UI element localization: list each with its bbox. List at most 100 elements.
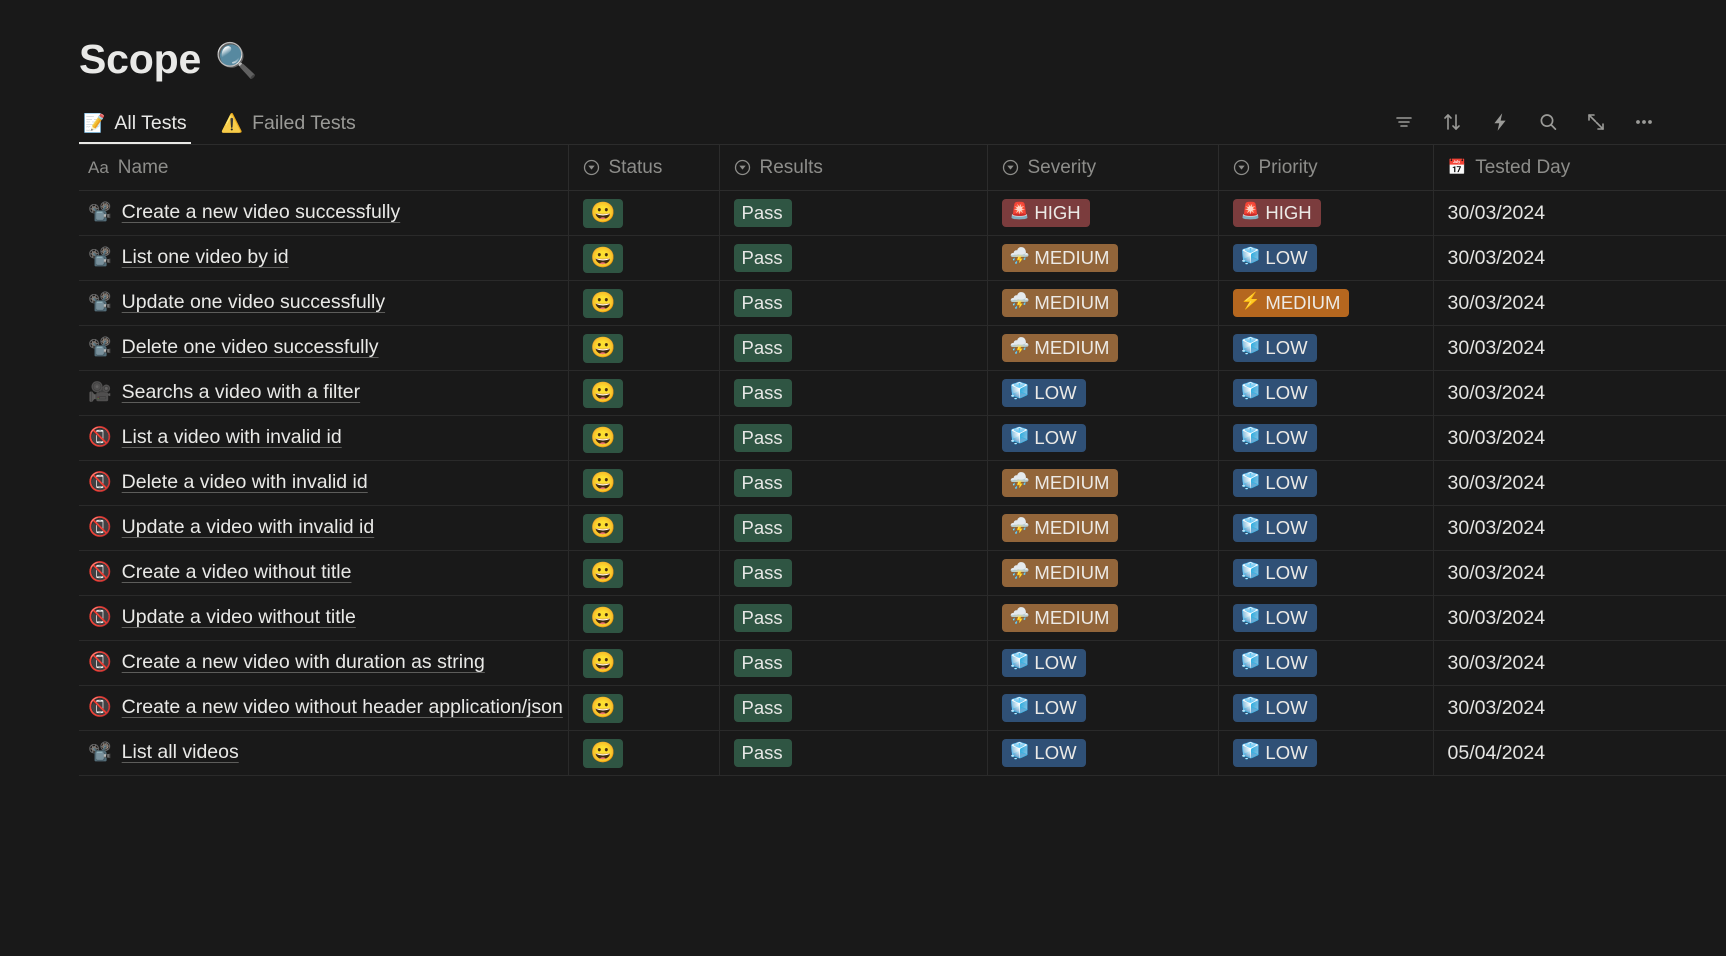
cell-status[interactable]: 😀 <box>568 415 720 461</box>
row-title-link[interactable]: Update a video without title <box>122 605 356 631</box>
row-title-link[interactable]: Delete one video successfully <box>122 335 379 361</box>
column-header-severity[interactable]: Severity <box>987 144 1219 191</box>
cell-priority[interactable]: 🧊 LOW <box>1218 730 1434 776</box>
cell-priority[interactable]: 🚨 HIGH <box>1218 190 1434 236</box>
table-row[interactable]: 📵 Create a new video with duration as str… <box>79 640 1726 686</box>
table-row[interactable]: 🎥 Searchs a video with a filter 😀 Pass 🧊 LOW 🧊… <box>79 370 1726 416</box>
cell-name[interactable]: 📽️ Update one video successfully <box>79 280 569 326</box>
cell-status[interactable]: 😀 <box>568 550 720 596</box>
cell-results[interactable]: Pass <box>719 460 988 506</box>
table-row[interactable]: 📽️ List all videos 😀 Pass 🧊 LOW 🧊 LOW 05/04/2024 <box>79 730 1726 776</box>
cell-results[interactable]: Pass <box>719 685 988 731</box>
cell-severity[interactable]: 🧊 LOW <box>987 415 1219 461</box>
cell-tested-day[interactable]: 30/03/2024 <box>1433 550 1726 596</box>
table-row[interactable]: 📵 Create a video without title 😀 Pass ⛈️ MEDI… <box>79 550 1726 596</box>
cell-results[interactable]: Pass <box>719 730 988 776</box>
column-header-priority[interactable]: Priority <box>1218 144 1434 191</box>
cell-tested-day[interactable]: 05/04/2024 <box>1433 730 1726 776</box>
cell-status[interactable]: 😀 <box>568 370 720 416</box>
cell-status[interactable]: 😀 <box>568 730 720 776</box>
cell-tested-day[interactable]: 30/03/2024 <box>1433 280 1726 326</box>
cell-status[interactable]: 😀 <box>568 505 720 551</box>
cell-severity[interactable]: ⛈️ MEDIUM <box>987 325 1219 371</box>
cell-name[interactable]: 🎥 Searchs a video with a filter <box>79 370 569 416</box>
cell-status[interactable]: 😀 <box>568 235 720 281</box>
table-row[interactable]: 📵 Update a video without title 😀 Pass ⛈️ MEDI… <box>79 595 1726 641</box>
cell-severity[interactable]: ⛈️ MEDIUM <box>987 505 1219 551</box>
cell-results[interactable]: Pass <box>719 370 988 416</box>
cell-results[interactable]: Pass <box>719 595 988 641</box>
cell-status[interactable]: 😀 <box>568 280 720 326</box>
row-title-link[interactable]: Searchs a video with a filter <box>122 380 360 406</box>
more-options-icon[interactable] <box>1632 110 1656 134</box>
cell-results[interactable]: Pass <box>719 550 988 596</box>
tab-all-tests[interactable]: 📝 All Tests <box>79 113 191 144</box>
cell-results[interactable]: Pass <box>719 640 988 686</box>
cell-tested-day[interactable]: 30/03/2024 <box>1433 235 1726 281</box>
cell-priority[interactable]: 🧊 LOW <box>1218 550 1434 596</box>
cell-tested-day[interactable]: 30/03/2024 <box>1433 325 1726 371</box>
cell-severity[interactable]: ⛈️ MEDIUM <box>987 460 1219 506</box>
row-title-link[interactable]: Create a video without title <box>122 560 352 586</box>
cell-severity[interactable]: ⛈️ MEDIUM <box>987 550 1219 596</box>
search-icon[interactable] <box>1536 110 1560 134</box>
cell-severity[interactable]: ⛈️ MEDIUM <box>987 595 1219 641</box>
table-row[interactable]: 📽️ Update one video successfully 😀 Pass ⛈️ ME… <box>79 280 1726 326</box>
cell-tested-day[interactable]: 30/03/2024 <box>1433 415 1726 461</box>
row-title-link[interactable]: List a video with invalid id <box>122 425 342 451</box>
expand-icon[interactable] <box>1584 110 1608 134</box>
cell-tested-day[interactable]: 30/03/2024 <box>1433 370 1726 416</box>
column-header-status[interactable]: Status <box>568 144 720 191</box>
row-title-link[interactable]: List one video by id <box>122 245 289 271</box>
cell-name[interactable]: 📽️ Create a new video successfully <box>79 190 569 236</box>
cell-results[interactable]: Pass <box>719 415 988 461</box>
table-row[interactable]: 📵 Create a new video without header appli… <box>79 685 1726 731</box>
row-title-link[interactable]: Create a new video successfully <box>122 200 401 226</box>
table-row[interactable]: 📵 Update a video with invalid id 😀 Pass ⛈️ ME… <box>79 505 1726 551</box>
cell-priority[interactable]: 🧊 LOW <box>1218 415 1434 461</box>
cell-name[interactable]: 📵 Update a video without title <box>79 595 569 641</box>
cell-severity[interactable]: 🧊 LOW <box>987 730 1219 776</box>
cell-status[interactable]: 😀 <box>568 460 720 506</box>
table-row[interactable]: 📽️ Create a new video successfully 😀 Pass 🚨 H… <box>79 190 1726 236</box>
cell-priority[interactable]: 🧊 LOW <box>1218 325 1434 371</box>
cell-name[interactable]: 📵 Delete a video with invalid id <box>79 460 569 506</box>
cell-severity[interactable]: 🧊 LOW <box>987 685 1219 731</box>
cell-severity[interactable]: 🧊 LOW <box>987 370 1219 416</box>
cell-name[interactable]: 📽️ Delete one video successfully <box>79 325 569 371</box>
table-row[interactable]: 📽️ List one video by id 😀 Pass ⛈️ MEDIUM 🧊 LOW 3… <box>79 235 1726 281</box>
cell-tested-day[interactable]: 30/03/2024 <box>1433 640 1726 686</box>
cell-name[interactable]: 📵 List a video with invalid id <box>79 415 569 461</box>
cell-tested-day[interactable]: 30/03/2024 <box>1433 505 1726 551</box>
cell-tested-day[interactable]: 30/03/2024 <box>1433 460 1726 506</box>
row-title-link[interactable]: Create a new video with duration as stri… <box>122 650 485 676</box>
row-title-link[interactable]: List all videos <box>122 740 239 766</box>
cell-name[interactable]: 📽️ List all videos <box>79 730 569 776</box>
cell-priority[interactable]: 🧊 LOW <box>1218 370 1434 416</box>
cell-results[interactable]: Pass <box>719 325 988 371</box>
cell-status[interactable]: 😀 <box>568 595 720 641</box>
row-title-link[interactable]: Delete a video with invalid id <box>122 470 368 496</box>
cell-severity[interactable]: 🚨 HIGH <box>987 190 1219 236</box>
row-title-link[interactable]: Update a video with invalid id <box>122 515 375 541</box>
cell-tested-day[interactable]: 30/03/2024 <box>1433 190 1726 236</box>
cell-name[interactable]: 📽️ List one video by id <box>79 235 569 281</box>
cell-priority[interactable]: 🧊 LOW <box>1218 685 1434 731</box>
table-row[interactable]: 📵 List a video with invalid id 😀 Pass 🧊 LOW 🧊 L… <box>79 415 1726 461</box>
cell-priority[interactable]: 🧊 LOW <box>1218 460 1434 506</box>
row-title-link[interactable]: Update one video successfully <box>122 290 385 316</box>
column-header-tested-day[interactable]: 📅 Tested Day <box>1433 144 1726 191</box>
cell-priority[interactable]: 🧊 LOW <box>1218 595 1434 641</box>
cell-priority[interactable]: 🧊 LOW <box>1218 505 1434 551</box>
cell-name[interactable]: 📵 Update a video with invalid id <box>79 505 569 551</box>
table-row[interactable]: 📽️ Delete one video successfully 😀 Pass ⛈️ ME… <box>79 325 1726 371</box>
cell-results[interactable]: Pass <box>719 280 988 326</box>
cell-results[interactable]: Pass <box>719 190 988 236</box>
cell-priority[interactable]: 🧊 LOW <box>1218 640 1434 686</box>
cell-name[interactable]: 📵 Create a new video with duration as str… <box>79 640 569 686</box>
cell-name[interactable]: 📵 Create a video without title <box>79 550 569 596</box>
column-header-results[interactable]: Results <box>719 144 988 191</box>
cell-results[interactable]: Pass <box>719 505 988 551</box>
cell-status[interactable]: 😀 <box>568 190 720 236</box>
cell-priority[interactable]: 🧊 LOW <box>1218 235 1434 281</box>
